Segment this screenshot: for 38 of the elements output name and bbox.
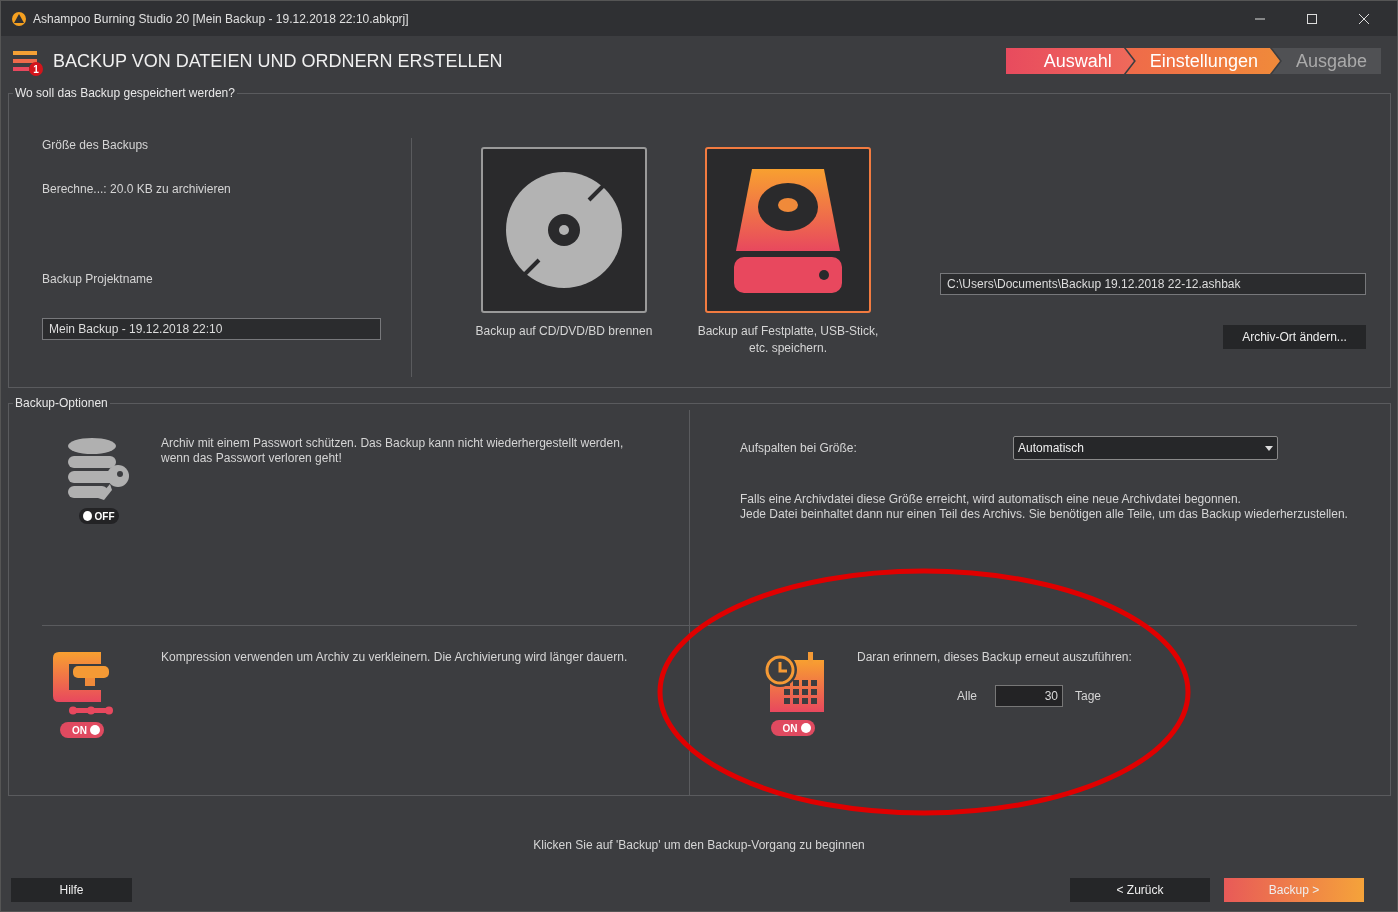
split-description: Falls eine Archivdatei diese Größe erreicht, wird automatisch eine neue Archivdatei begonnen.	[740, 492, 1242, 507]
interval-unit: Tage	[1075, 688, 1102, 704]
database-key-icon	[65, 436, 132, 502]
toggle-switch[interactable]: ON	[770, 720, 815, 736]
size-label: Größe des Backups	[42, 138, 150, 152]
destination-tile[interactable]	[705, 147, 871, 313]
size-value: Berechne...: 20.0 KB zu archivieren	[42, 182, 232, 196]
change-location-button[interactable]: Archiv-Ort ändern...	[1223, 325, 1366, 349]
dropdown-arrow-icon	[1265, 445, 1273, 451]
back-button[interactable]: < Zurück	[1070, 878, 1210, 902]
project-name-label: Backup Projektname	[42, 272, 154, 286]
project-name-field[interactable]: Mein Backup - 19.12.2018 22:10	[42, 318, 381, 340]
password-description: Archiv mit einem Passwort schützen. Das Backup kann nicht wiederhergestellt werden, wenn das Passwort verloren geht!	[161, 436, 625, 467]
toggle-switch[interactable]: ON	[60, 722, 104, 738]
interval-prefix: Alle	[957, 688, 977, 704]
page-title: BACKUP VON DATEIEN UND ORDNERN ERSTELLEN	[53, 50, 504, 72]
destination-tile[interactable]	[481, 147, 647, 313]
footer-hint: Klicken Sie auf 'Backup' um den Backup-Vorgang zu beginnen	[533, 838, 865, 852]
notification-badge: 1	[29, 62, 43, 76]
split-description: Jede Datei beinhaltet dann nur einen Teil des Archivs. Sie benötigen alle Teile, um das Backup wiederherzustellen.	[740, 507, 1349, 522]
close-icon	[1358, 12, 1370, 25]
menu-button[interactable]: 1	[13, 46, 41, 76]
window-title: Ashampoo Burning Studio 20 [Mein Backup - 19.12.2018 22:10.abkprj]	[33, 11, 410, 26]
maximize-icon	[1306, 12, 1318, 25]
group-title: Backup-Optionen	[14, 396, 109, 410]
app-logo-icon	[11, 10, 27, 27]
days-field[interactable]: 30	[995, 685, 1063, 707]
destination-label: Backup auf CD/DVD/BD brennen	[474, 323, 654, 340]
group-title: Wo soll das Backup gespeichert werden?	[14, 86, 236, 100]
archive-path-field[interactable]: C:\Users\Documents\Backup 19.12.2018 22-12.ashbak	[940, 273, 1366, 295]
destination-label: Backup auf Festplatte, USB-Stick, etc. speichern.	[696, 323, 880, 357]
reminder-label: Daran erinnern, dieses Backup erneut auszuführen:	[857, 650, 1132, 665]
split-size-label: Aufspalten bei Größe:	[740, 440, 858, 456]
split-size-dropdown[interactable]: Automatisch	[1013, 436, 1278, 460]
compression-description: Kompression verwenden um Archiv zu verkleinern. Die Archivierung wird länger dauern.	[161, 650, 628, 666]
clamp-icon	[51, 650, 113, 716]
toggle-switch[interactable]: OFF	[78, 508, 119, 524]
help-button[interactable]: Hilfe	[11, 878, 132, 902]
